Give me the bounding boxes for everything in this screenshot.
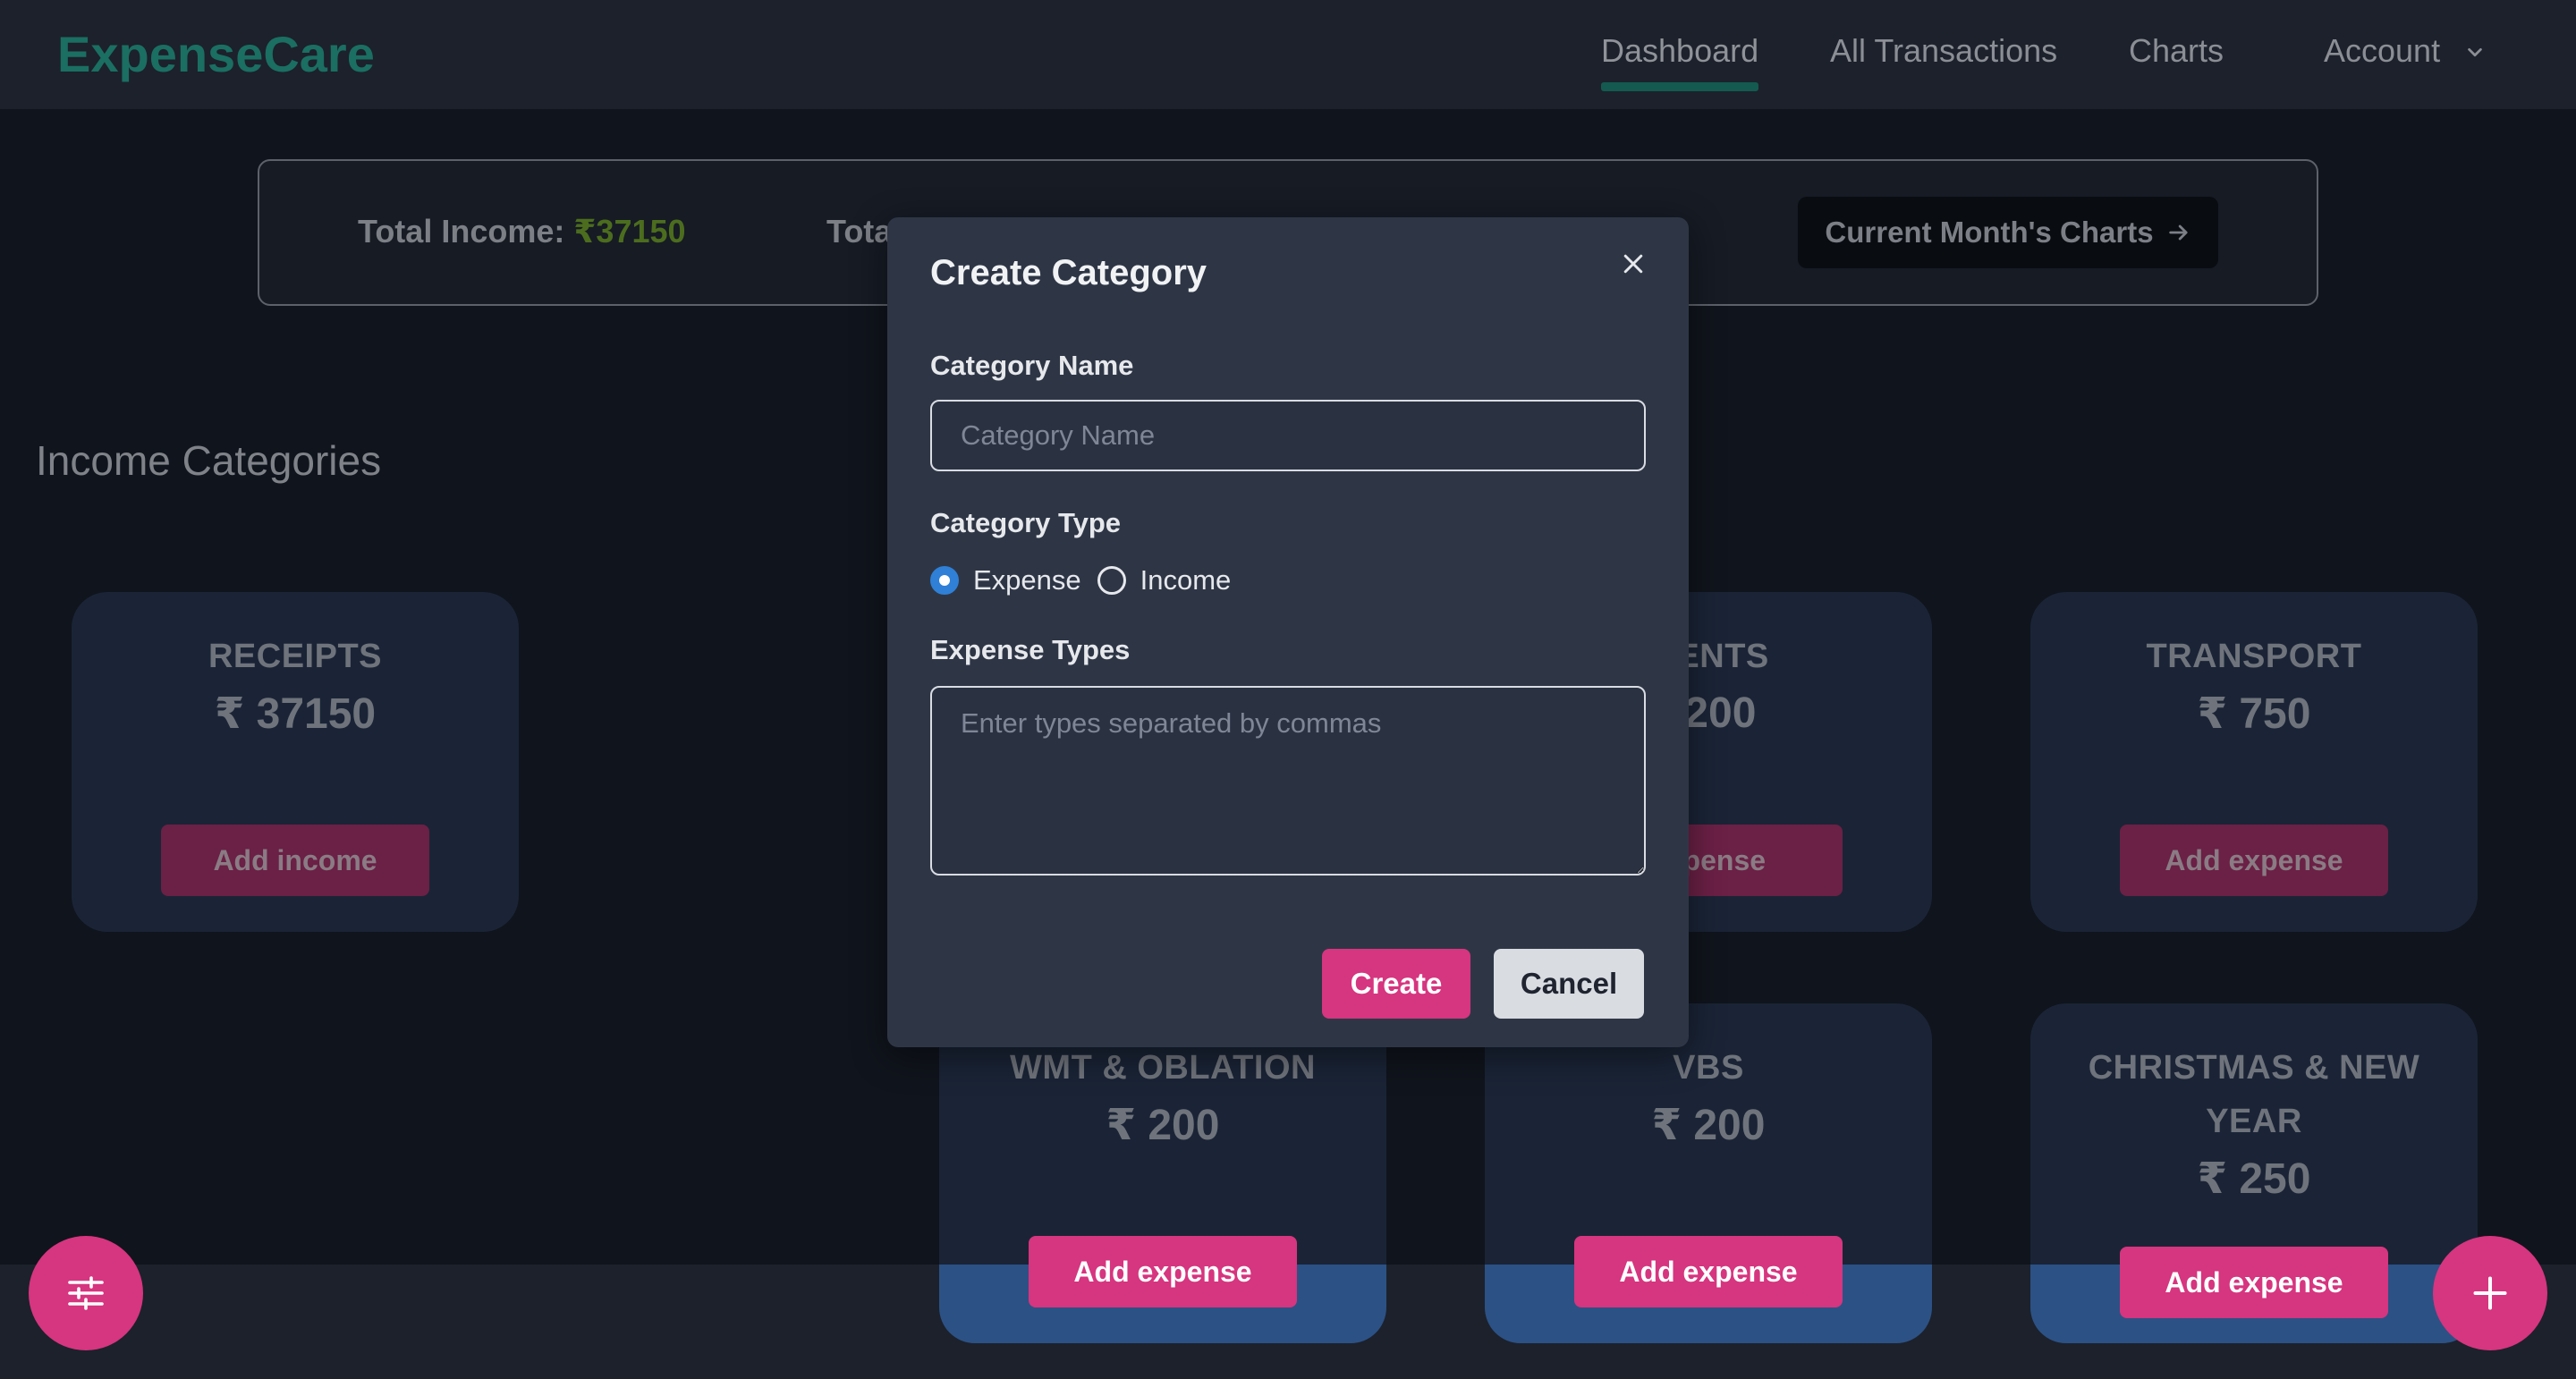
modal-title: Create Category xyxy=(930,253,1208,292)
category-name-label: Category Name xyxy=(930,350,1134,381)
category-name: WMT & OBLATION xyxy=(1010,1049,1316,1087)
category-name: VBS xyxy=(1673,1049,1744,1087)
expense-radio[interactable] xyxy=(930,566,959,595)
close-button[interactable] xyxy=(1614,244,1653,283)
category-amount: ₹ 200 xyxy=(1106,1102,1220,1149)
create-button[interactable]: Create xyxy=(1322,949,1470,1019)
nav-charts[interactable]: Charts xyxy=(2129,32,2224,70)
income-radio-label[interactable]: Income xyxy=(1140,564,1232,596)
expense-types-textarea[interactable] xyxy=(930,686,1646,876)
category-amount: ₹ 750 xyxy=(2197,690,2311,738)
top-navbar: ExpenseCare Dashboard All Transactions C… xyxy=(0,0,2576,109)
add-expense-button[interactable]: Add expense xyxy=(2120,825,2388,896)
close-icon xyxy=(1623,254,1643,274)
cancel-button[interactable]: Cancel xyxy=(1494,949,1644,1019)
add-fab-button[interactable] xyxy=(2433,1236,2547,1350)
add-expense-button[interactable]: Add expense xyxy=(1574,1236,1843,1307)
total-expense-label: Tota xyxy=(826,213,893,250)
category-name: RECEIPTS xyxy=(208,638,383,675)
nav-active-indicator xyxy=(1601,82,1758,91)
category-card-receipts: RECEIPTS ₹ 37150 Add income xyxy=(72,592,519,932)
category-card-christmas-new-year: CHRISTMAS & NEW YEAR ₹ 250 Add expense xyxy=(2030,1003,2478,1343)
total-income-value: ₹37150 xyxy=(573,213,686,250)
create-category-modal: Create Category Category Name Category T… xyxy=(887,217,1689,1047)
nav-dashboard[interactable]: Dashboard xyxy=(1601,32,1758,70)
arrow-right-icon xyxy=(2168,224,2188,241)
filter-fab-button[interactable] xyxy=(29,1236,143,1350)
add-income-button[interactable]: Add income xyxy=(161,825,429,896)
category-type-label: Category Type xyxy=(930,507,1122,538)
nav-account[interactable]: Account xyxy=(2324,32,2440,70)
sliders-icon xyxy=(68,1276,104,1310)
category-card-wmt-oblation: WMT & OBLATION ₹ 200 Add expense xyxy=(939,1003,1386,1343)
total-income-label: Total Income: xyxy=(358,213,565,250)
category-name-input[interactable] xyxy=(930,400,1646,471)
total-income: Total Income: ₹37150 xyxy=(358,213,686,250)
app-logo[interactable]: ExpenseCare xyxy=(57,25,375,83)
chevron-down-icon[interactable] xyxy=(2465,43,2485,63)
category-amount: ₹ 200 xyxy=(1651,1102,1766,1149)
charts-button-label: Current Month's Charts xyxy=(1825,216,2154,249)
category-card-vbs: VBS ₹ 200 Add expense xyxy=(1485,1003,1932,1343)
nav-all-transactions[interactable]: All Transactions xyxy=(1830,32,2057,70)
expense-types-label: Expense Types xyxy=(930,634,1131,665)
category-amount: ₹ 37150 xyxy=(214,690,377,738)
expense-radio-label[interactable]: Expense xyxy=(973,564,1081,596)
add-expense-button[interactable]: Add expense xyxy=(1029,1236,1297,1307)
add-expense-button[interactable]: Add expense xyxy=(2120,1247,2388,1318)
category-amount: ₹ 250 xyxy=(2197,1155,2311,1203)
plus-icon xyxy=(2473,1276,2507,1310)
category-name: CHRISTMAS & NEW YEAR xyxy=(2088,1049,2420,1140)
category-card-transport: TRANSPORT ₹ 750 Add expense xyxy=(2030,592,2478,932)
income-radio[interactable] xyxy=(1097,566,1126,595)
current-month-charts-button[interactable]: Current Month's Charts xyxy=(1798,197,2218,268)
income-categories-title: Income Categories xyxy=(36,437,382,484)
category-type-radio-group: Expense Income xyxy=(930,563,1247,598)
category-name: TRANSPORT xyxy=(2146,638,2362,675)
